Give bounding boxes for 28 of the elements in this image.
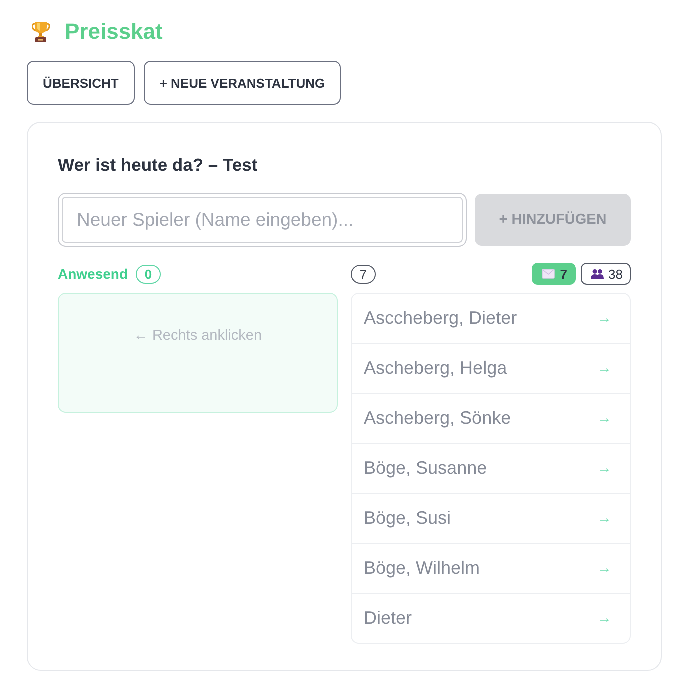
arrow-icon: → bbox=[597, 610, 612, 627]
player-list-item[interactable]: Böge, Wilhelm → bbox=[352, 544, 630, 594]
empty-hint: ← Rechts anklicken bbox=[134, 327, 262, 345]
present-label: Anwesend bbox=[58, 266, 128, 282]
arrow-icon: → bbox=[597, 310, 612, 327]
player-list-item[interactable]: Dieter → bbox=[352, 594, 630, 643]
player-list-item[interactable]: Böge, Susanne → bbox=[352, 444, 630, 494]
arrow-icon: → bbox=[597, 410, 612, 427]
arrow-icon: → bbox=[597, 360, 612, 377]
present-count-badge: 0 bbox=[136, 264, 162, 284]
nav-button[interactable]: ÜBERSICHT bbox=[27, 61, 135, 105]
envelope-icon bbox=[542, 269, 556, 279]
arrow-icon: → bbox=[597, 510, 612, 527]
arrow-icon: → bbox=[597, 560, 612, 577]
player-list-item[interactable]: Ascheberg, Sönke → bbox=[352, 394, 630, 444]
section-heading: Wer ist heute da? – Test bbox=[58, 154, 258, 176]
player-list-item[interactable]: Böge, Susi → bbox=[352, 494, 630, 544]
arrow-icon: → bbox=[597, 460, 612, 477]
trophy-icon bbox=[32, 21, 50, 43]
filter-toggle[interactable]: 38 bbox=[580, 263, 631, 285]
player-list-item[interactable]: Asccheberg, Dieter → bbox=[352, 294, 630, 344]
filter-toggle[interactable]: 7 bbox=[532, 263, 576, 285]
app-title: Preisskat bbox=[65, 18, 163, 46]
people-icon bbox=[590, 269, 604, 279]
nav-button[interactable]: + NEUE VERANSTALTUNG bbox=[144, 61, 342, 105]
player-name-field[interactable]: Neuer Spieler (Name eingeben)... bbox=[58, 193, 467, 247]
player-list-item[interactable]: Ascheberg, Helga → bbox=[352, 344, 630, 394]
available-count-badge: 7 bbox=[351, 264, 376, 284]
